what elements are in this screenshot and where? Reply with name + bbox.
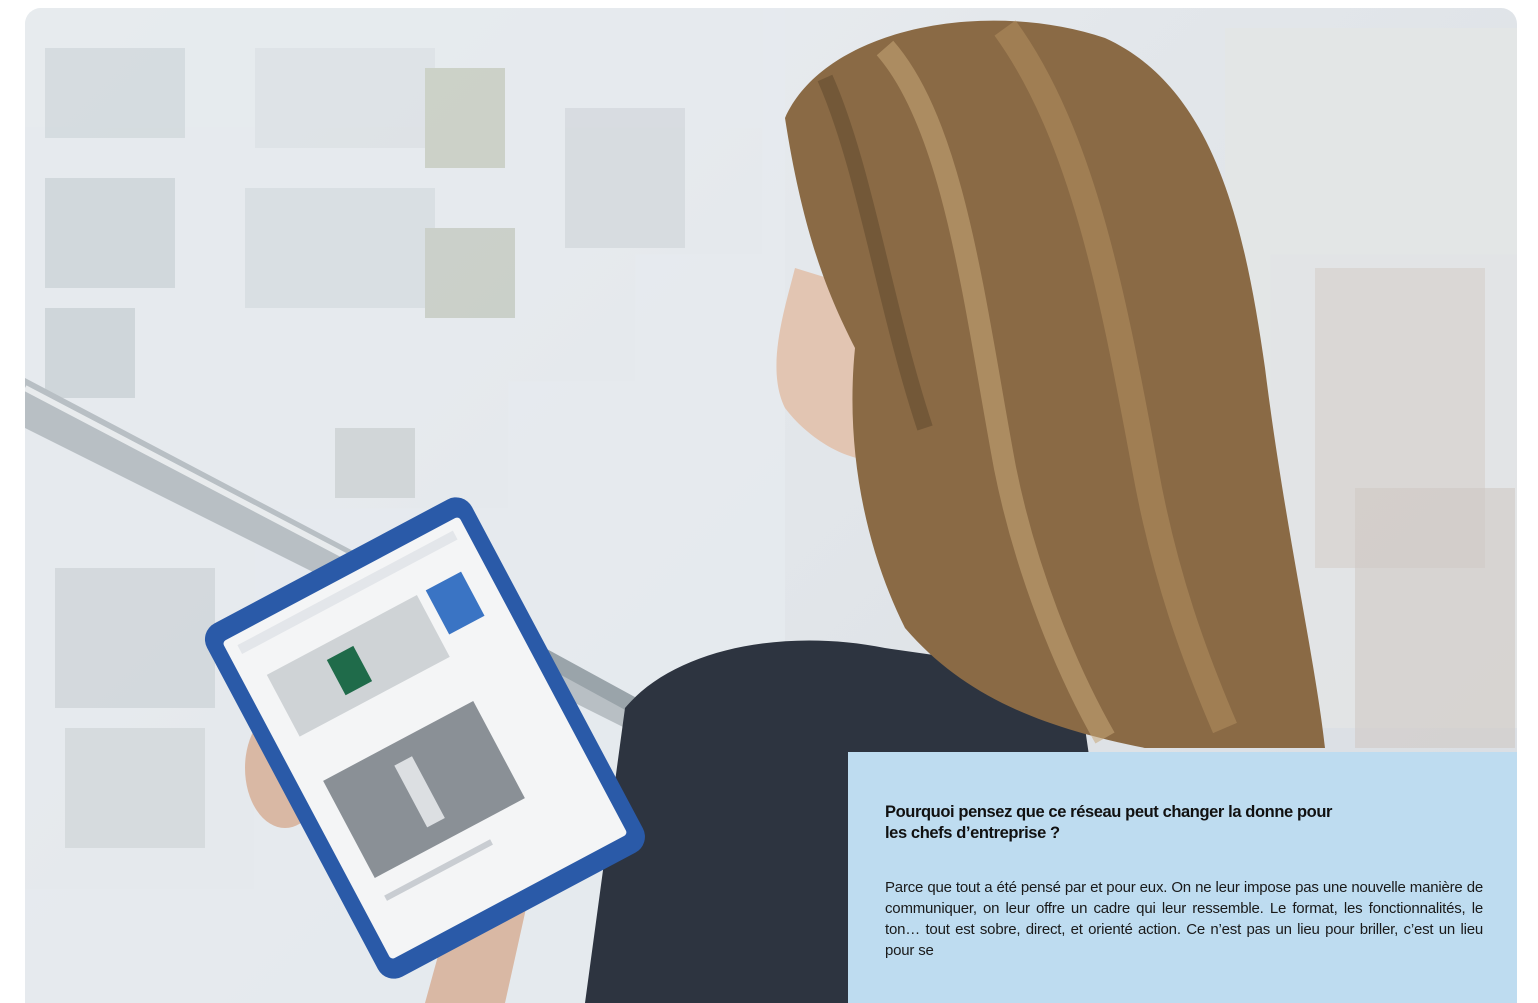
interview-answer: Parce que tout a été pensé par et pour e…	[885, 879, 1483, 959]
interview-box: Pourquoi pensez que ce réseau peut chang…	[848, 752, 1517, 1003]
interview-question: Pourquoi pensez que ce réseau peut chang…	[885, 803, 1333, 842]
